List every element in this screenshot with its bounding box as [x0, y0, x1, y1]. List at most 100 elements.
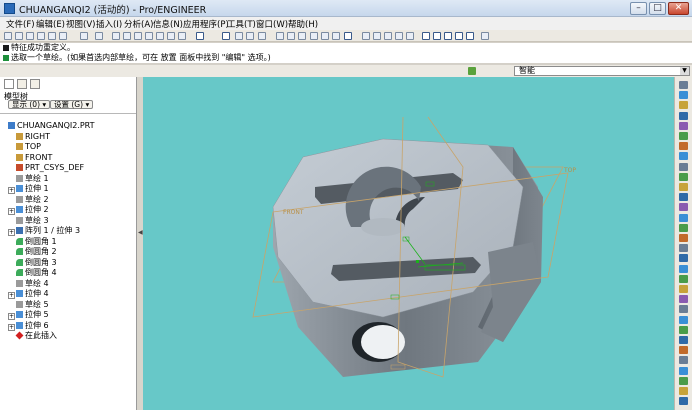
save-icon[interactable] [26, 32, 34, 40]
datum-planes-icon[interactable] [422, 32, 430, 40]
menu-tools[interactable]: 工具(T) [227, 18, 256, 30]
menu-window[interactable]: 窗口(W) [256, 18, 288, 30]
no-hidden-icon[interactable] [373, 32, 381, 40]
tree-item[interactable]: PRT_CSYS_DEF [8, 163, 84, 173]
tree-item[interactable]: RIGHT [8, 132, 50, 142]
tree-item[interactable]: + 拉伸 6 [8, 321, 49, 331]
csys-display-icon[interactable] [455, 32, 463, 40]
menu-file[interactable]: 文件(F) [6, 18, 35, 30]
show-dropdown[interactable]: 显示 (0) ▾ [8, 100, 51, 109]
feature-tool-icon[interactable] [679, 172, 688, 181]
appearance-icon[interactable] [258, 32, 266, 40]
tree-item[interactable]: 草绘 5 [8, 300, 49, 310]
feature-tool-icon[interactable] [679, 101, 688, 110]
feature-tool-icon[interactable] [679, 203, 688, 212]
paste-icon[interactable] [134, 32, 142, 40]
tree-item[interactable]: + 拉伸 4 [8, 289, 49, 299]
collapse-arrow-icon[interactable]: ◀ [138, 229, 143, 236]
paste-special-icon[interactable] [145, 32, 153, 40]
tree-item[interactable]: + 阵列 1 / 拉伸 3 [8, 226, 80, 236]
tree-item[interactable]: 草绘 4 [8, 279, 49, 289]
feature-tool-icon[interactable] [679, 254, 688, 263]
view-orient-icon[interactable] [406, 32, 414, 40]
tree-item[interactable]: 倒圆角 2 [8, 247, 57, 257]
favorites-tab-icon[interactable] [30, 79, 40, 89]
feature-tool-icon[interactable] [679, 305, 688, 314]
maximize-button[interactable]: □ [649, 2, 666, 15]
expand-icon[interactable]: + [8, 313, 15, 320]
feature-tool-icon[interactable] [679, 285, 688, 293]
minimize-button[interactable]: – [630, 2, 647, 15]
feature-tool-icon[interactable] [679, 91, 688, 100]
reorient-icon[interactable] [310, 32, 318, 40]
selection-filter-dropdown[interactable]: 智能 ▼ [514, 66, 690, 76]
feature-tool-icon[interactable] [679, 81, 688, 89]
saved-views-icon[interactable] [321, 32, 329, 40]
tree-item[interactable]: 草绘 3 [8, 216, 49, 226]
feature-tool-icon[interactable] [679, 111, 688, 120]
cut-icon[interactable] [112, 32, 120, 40]
annotation-display-icon[interactable] [466, 32, 474, 40]
open-file-icon[interactable] [15, 32, 23, 40]
expand-icon[interactable]: + [8, 208, 15, 215]
tree-item[interactable]: 倒圆角 4 [8, 268, 57, 278]
feature-tool-icon[interactable] [679, 244, 688, 253]
tree-item[interactable]: 倒圆角 3 [8, 258, 57, 268]
refit-icon[interactable] [298, 32, 306, 40]
feature-tool-icon[interactable] [679, 387, 688, 395]
feature-tool-icon[interactable] [679, 121, 688, 130]
tree-item[interactable]: + 拉伸 5 [8, 310, 49, 320]
expand-icon[interactable]: + [8, 187, 15, 194]
feature-tool-icon[interactable] [679, 315, 688, 324]
regenerate-icon[interactable] [196, 32, 204, 40]
menu-insert[interactable]: 插入(I) [96, 18, 122, 30]
context-help-icon[interactable] [481, 32, 489, 40]
menu-help[interactable]: 帮助(H) [288, 18, 318, 30]
feature-tool-icon[interactable] [679, 234, 688, 242]
tree-item[interactable]: TOP [8, 142, 41, 152]
new-file-icon[interactable] [4, 32, 12, 40]
view-manager-icon[interactable] [178, 32, 186, 40]
menu-info[interactable]: 信息(N) [153, 18, 183, 30]
display-style-icon[interactable] [167, 32, 175, 40]
undo-icon[interactable] [80, 32, 88, 40]
feature-tool-icon[interactable] [679, 295, 688, 304]
email-icon[interactable] [48, 32, 56, 40]
feature-tool-icon[interactable] [679, 325, 688, 334]
tree-item[interactable]: 在此插入 [8, 331, 57, 341]
tree-item[interactable]: + 拉伸 2 [8, 205, 49, 215]
model-display-icon[interactable] [395, 32, 403, 40]
feature-tool-icon[interactable] [679, 274, 688, 283]
expand-icon[interactable]: + [8, 292, 15, 299]
menu-view[interactable]: 视图(V) [66, 18, 95, 30]
feature-tool-icon[interactable] [679, 223, 688, 232]
wireframe-icon[interactable] [384, 32, 392, 40]
datum-points-icon[interactable] [444, 32, 452, 40]
feature-tool-icon[interactable] [679, 183, 688, 191]
feature-tool-icon[interactable] [679, 152, 688, 161]
feature-tool-icon[interactable] [679, 356, 688, 365]
tree-item[interactable]: CHUANGANQI2.PRT [8, 121, 95, 131]
feature-tool-icon[interactable] [679, 264, 688, 273]
tree-item[interactable]: 草绘 1 [8, 174, 49, 184]
settings-dropdown[interactable]: 设置 (G) ▾ [50, 100, 94, 109]
feature-tool-icon[interactable] [679, 193, 688, 202]
datum-display-icon[interactable] [235, 32, 243, 40]
layer-icon[interactable] [246, 32, 254, 40]
feature-tool-icon[interactable] [679, 213, 688, 222]
zoom-out-icon[interactable] [287, 32, 295, 40]
feature-tool-icon[interactable] [679, 397, 688, 406]
shading-icon[interactable] [344, 32, 352, 40]
print-icon[interactable] [37, 32, 45, 40]
tree-item[interactable]: 草绘 2 [8, 195, 49, 205]
menu-edit[interactable]: 编辑(E) [36, 18, 65, 30]
copy-icon[interactable] [123, 32, 131, 40]
feature-tool-icon[interactable] [679, 376, 688, 385]
feature-tool-icon[interactable] [679, 366, 688, 375]
feature-tool-icon[interactable] [679, 142, 688, 151]
select-filter-icon[interactable] [222, 32, 230, 40]
datum-axes-icon[interactable] [433, 32, 441, 40]
mirror-icon[interactable] [156, 32, 164, 40]
tree-item[interactable]: 倒圆角 1 [8, 237, 57, 247]
hidden-line-icon[interactable] [362, 32, 370, 40]
